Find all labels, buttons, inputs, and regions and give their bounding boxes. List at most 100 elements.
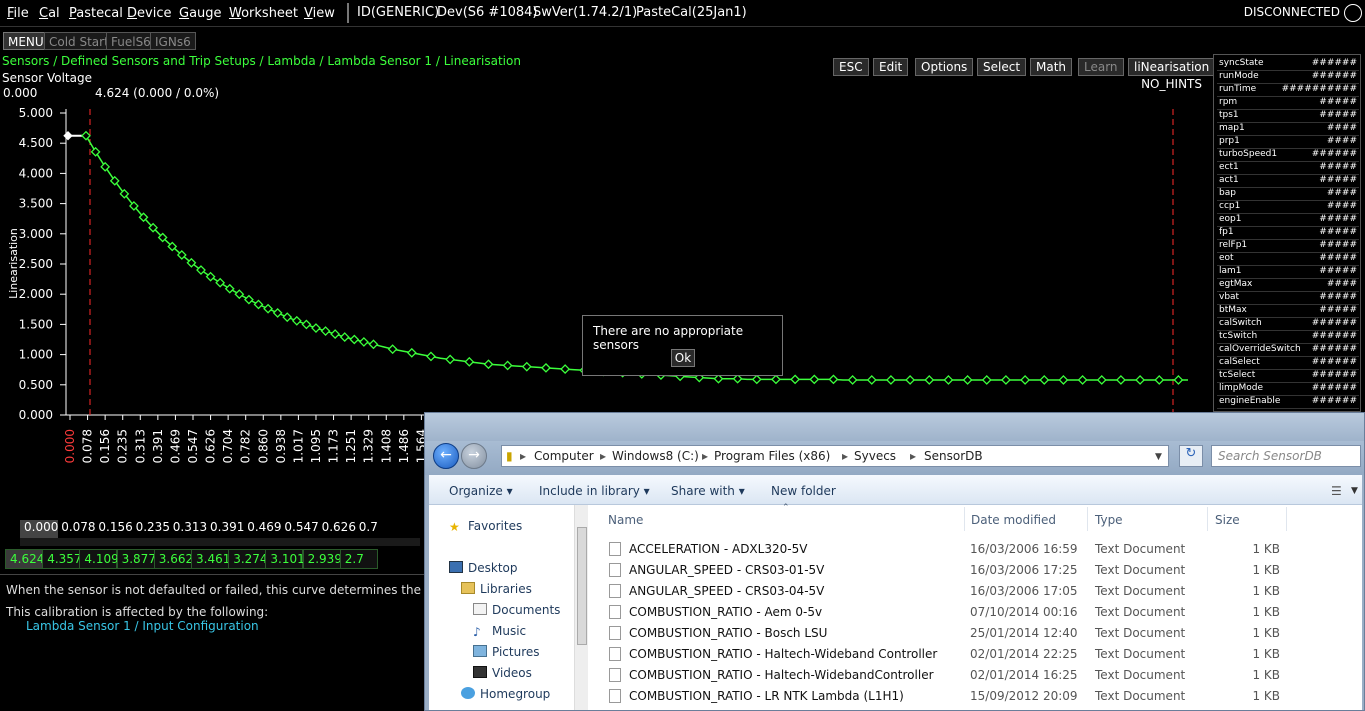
gauge-relFp1[interactable]: relFp1 #####	[1217, 240, 1359, 253]
menu-device[interactable]: Device	[127, 6, 171, 21]
data-point[interactable]	[406, 347, 417, 358]
address-segment[interactable]: Computer	[534, 449, 594, 463]
view-options-icon[interactable]: ☰	[1331, 484, 1342, 498]
table-y-cell[interactable]: 4.357	[42, 549, 82, 569]
data-point[interactable]	[886, 375, 896, 385]
table-x-cell[interactable]: 0.078	[57, 520, 95, 538]
gauge-eot[interactable]: eot #####	[1217, 253, 1359, 266]
data-point[interactable]	[215, 277, 226, 288]
back-arrow-icon[interactable]: ←	[433, 443, 459, 469]
table-y-cell[interactable]: 4.624	[5, 549, 44, 569]
data-point[interactable]	[1173, 375, 1184, 385]
gauge-calSelect[interactable]: calSelect ######	[1217, 357, 1359, 370]
data-point[interactable]	[483, 359, 494, 370]
nav-libraries[interactable]: Libraries	[461, 582, 532, 596]
table-y-cell[interactable]: 3.662	[153, 549, 193, 569]
gauge-engineEnable[interactable]: engineEnable ######	[1217, 396, 1359, 409]
data-point[interactable]	[243, 294, 254, 305]
data-point[interactable]	[330, 329, 341, 339]
gauge-runTime[interactable]: runTime ##########	[1217, 84, 1359, 97]
data-point[interactable]	[560, 364, 571, 375]
address-segment[interactable]: Syvecs	[854, 449, 896, 463]
data-point[interactable]	[1116, 375, 1126, 385]
tab-fuels6[interactable]: FuelS6	[106, 32, 156, 50]
data-point[interactable]	[981, 375, 992, 385]
options-button[interactable]: Options	[915, 58, 974, 76]
data-point[interactable]	[263, 303, 273, 314]
data-point[interactable]	[81, 130, 91, 141]
data-point[interactable]	[962, 375, 973, 385]
column-header-size[interactable]: Size	[1215, 513, 1240, 527]
data-point[interactable]	[866, 375, 877, 385]
data-point[interactable]	[301, 319, 312, 330]
gauge-rpm[interactable]: rpm #####	[1217, 97, 1359, 110]
column-header-name[interactable]: Name	[608, 513, 643, 527]
gauge-lam1[interactable]: lam1 #####	[1217, 266, 1359, 279]
file-row[interactable]: ANGULAR_SPEED - CRS03-04-5V 16/03/2006 17…	[588, 581, 1362, 602]
nav-music[interactable]: ♪ Music	[473, 624, 526, 639]
file-row[interactable]: COMBUSTION_RATIO - Haltech-Wideband Cont…	[588, 644, 1362, 665]
gauge-limpMode[interactable]: limpMode ######	[1217, 383, 1359, 396]
data-point[interactable]	[1096, 375, 1107, 385]
edit-button[interactable]: Edit	[873, 58, 909, 76]
data-point[interactable]	[541, 362, 551, 373]
data-point[interactable]	[521, 361, 532, 372]
gauge-prp1[interactable]: prp1 ####	[1217, 136, 1359, 149]
address-segment[interactable]: Program Files (x86)	[714, 449, 830, 463]
nav-videos[interactable]: Videos	[473, 666, 532, 680]
table-y-cell[interactable]: 3.877	[116, 549, 156, 569]
data-point[interactable]	[224, 283, 235, 294]
address-input[interactable]: ▮ ▸ Computer ▸ Windows8 (C:) ▸ Program F…	[501, 445, 1169, 467]
include-in-library-button[interactable]: Include in library ▾	[539, 484, 650, 498]
file-row[interactable]: ACCELERATION - ADXL320-5V 16/03/2006 16:5…	[588, 539, 1362, 560]
file-row[interactable]: COMBUSTION_RATIO - Haltech-WidebandContr…	[588, 665, 1362, 686]
column-header-type[interactable]: Type	[1095, 513, 1123, 527]
gauge-tps1[interactable]: tps1 #####	[1217, 110, 1359, 123]
table-y-cell[interactable]: 2.939	[302, 549, 342, 569]
nav-documents[interactable]: Documents	[473, 603, 560, 617]
column-divider[interactable]	[964, 507, 965, 531]
data-point[interactable]	[1077, 375, 1088, 385]
data-point[interactable]	[311, 323, 321, 333]
table-scrollbar[interactable]	[20, 538, 420, 546]
data-point[interactable]	[90, 146, 101, 157]
gauge-calSwitch[interactable]: calSwitch ######	[1217, 318, 1359, 331]
forward-arrow-icon[interactable]: →	[461, 443, 487, 469]
connection-indicator-icon[interactable]	[1344, 4, 1362, 22]
data-point[interactable]	[272, 308, 283, 318]
table-y-cell[interactable]: 3.274	[228, 549, 268, 569]
gauge-tcSwitch[interactable]: tcSwitch ######	[1217, 331, 1359, 344]
table-y-cell[interactable]: 3.101	[265, 549, 305, 569]
gauge-act1[interactable]: act1 #####	[1217, 175, 1359, 188]
gauge-ccp1[interactable]: ccp1 ####	[1217, 201, 1359, 214]
gauge-btMax[interactable]: btMax #####	[1217, 305, 1359, 318]
file-row[interactable]: COMBUSTION_RATIO - Bosch LSU 25/01/2014 1…	[588, 623, 1362, 644]
linearisation-button[interactable]: liNearisation	[1128, 58, 1216, 76]
data-point[interactable]	[1135, 375, 1146, 385]
data-point[interactable]	[291, 315, 302, 326]
data-point[interactable]	[943, 375, 954, 385]
scrollbar-thumb[interactable]	[577, 527, 587, 645]
tab-cold-start[interactable]: Cold Start	[44, 32, 114, 50]
explorer-titlebar[interactable]	[425, 413, 1364, 441]
nav-pictures[interactable]: Pictures	[473, 645, 540, 659]
table-x-cell[interactable]: 0.156	[94, 520, 132, 538]
data-point[interactable]	[828, 374, 839, 385]
ok-button[interactable]: Ok	[671, 349, 695, 367]
table-x-cell[interactable]: 0.626	[318, 520, 356, 538]
gauge-egtMax[interactable]: egtMax ####	[1217, 279, 1359, 292]
nav-homegroup[interactable]: Homegroup	[461, 687, 550, 701]
chevron-down-icon[interactable]: ▼	[1351, 486, 1358, 496]
data-point[interactable]	[905, 375, 916, 385]
data-point[interactable]	[358, 336, 369, 347]
data-point[interactable]	[1154, 375, 1165, 385]
data-point[interactable]	[1039, 375, 1050, 385]
column-header-date[interactable]: Date modified	[971, 513, 1056, 527]
gauge-bap[interactable]: bap ####	[1217, 188, 1359, 201]
file-row[interactable]: ANGULAR_SPEED - CRS03-01-5V 16/03/2006 17…	[588, 560, 1362, 581]
data-point[interactable]	[502, 360, 513, 371]
column-divider[interactable]	[1087, 507, 1088, 531]
learn-button[interactable]: Learn	[1078, 58, 1124, 76]
menu-pastecal[interactable]: Pastecal	[69, 6, 123, 21]
data-point[interactable]	[349, 334, 360, 345]
